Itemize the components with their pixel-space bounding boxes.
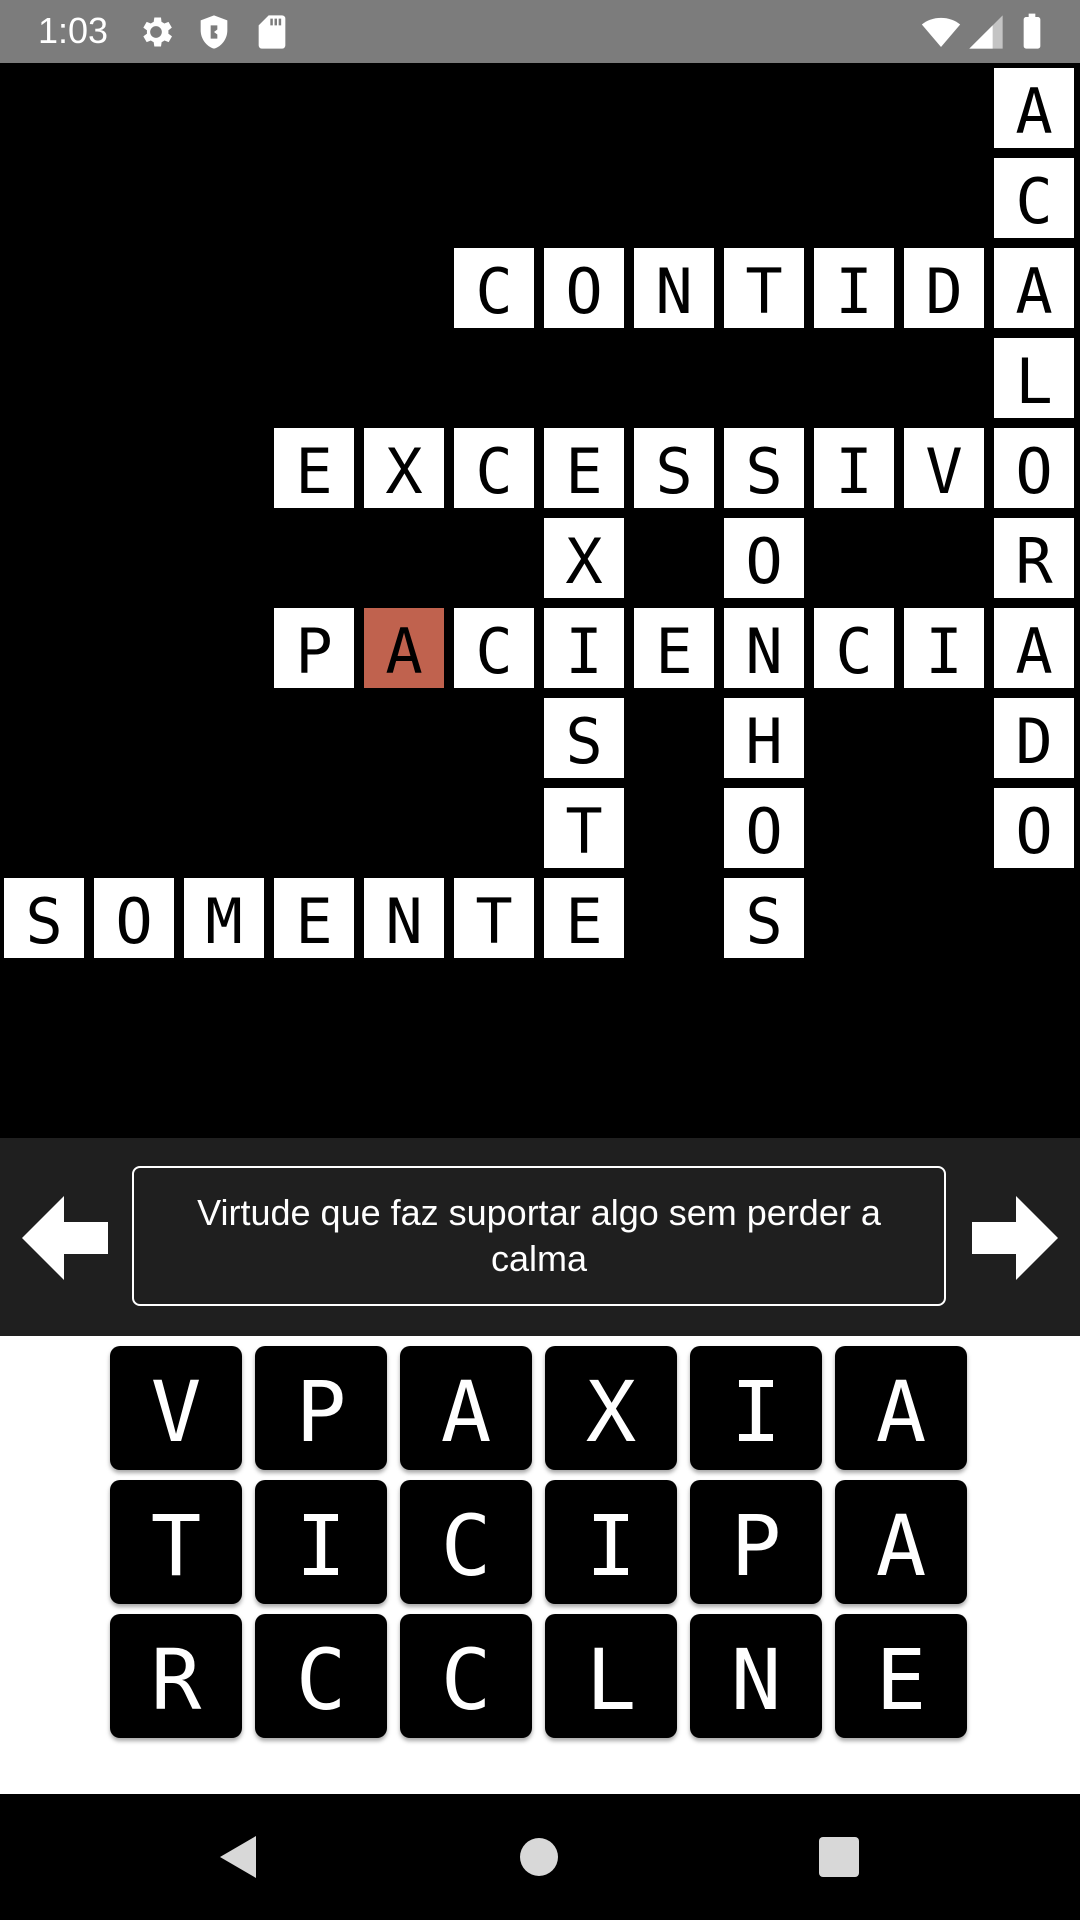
- sd-card-icon: [258, 15, 286, 49]
- grid-cell[interactable]: T: [724, 248, 804, 328]
- letter-key[interactable]: N: [690, 1614, 822, 1738]
- grid-cell[interactable]: S: [724, 428, 804, 508]
- letter-key[interactable]: A: [835, 1346, 967, 1470]
- letter-key[interactable]: C: [400, 1480, 532, 1604]
- previous-clue-arrow-icon[interactable]: [20, 1192, 112, 1284]
- grid-cell[interactable]: N: [634, 248, 714, 328]
- status-bar: 1:03: [0, 0, 1080, 63]
- grid-cell[interactable]: C: [454, 608, 534, 688]
- grid-cell[interactable]: I: [814, 428, 894, 508]
- letter-key[interactable]: V: [110, 1346, 242, 1470]
- grid-cell[interactable]: S: [544, 698, 624, 778]
- grid-cell[interactable]: H: [724, 698, 804, 778]
- grid-cell[interactable]: S: [634, 428, 714, 508]
- battery-icon: [1023, 13, 1041, 49]
- letter-key[interactable]: I: [545, 1480, 677, 1604]
- grid-cell[interactable]: O: [94, 878, 174, 958]
- grid-cell[interactable]: D: [994, 698, 1074, 778]
- grid-cell[interactable]: E: [274, 428, 354, 508]
- grid-cell[interactable]: O: [994, 428, 1074, 508]
- grid-cell[interactable]: A: [994, 68, 1074, 148]
- letter-key[interactable]: I: [690, 1346, 822, 1470]
- grid-cell[interactable]: D: [904, 248, 984, 328]
- grid-cell[interactable]: M: [184, 878, 264, 958]
- letter-key[interactable]: R: [110, 1614, 242, 1738]
- grid-cell[interactable]: P: [274, 608, 354, 688]
- letter-key[interactable]: P: [690, 1480, 822, 1604]
- grid-cell[interactable]: O: [994, 788, 1074, 868]
- letter-key[interactable]: I: [255, 1480, 387, 1604]
- letter-key[interactable]: L: [545, 1614, 677, 1738]
- letter-key[interactable]: C: [255, 1614, 387, 1738]
- grid-cell[interactable]: E: [544, 428, 624, 508]
- navigation-bar: [0, 1794, 1080, 1920]
- next-clue-arrow-icon[interactable]: [968, 1192, 1060, 1284]
- grid-cell[interactable]: I: [904, 608, 984, 688]
- grid-cell[interactable]: O: [544, 248, 624, 328]
- grid-cell[interactable]: E: [274, 878, 354, 958]
- signal-icon: [969, 15, 1003, 49]
- wifi-icon: [921, 17, 961, 47]
- grid-cell[interactable]: A: [994, 248, 1074, 328]
- crossword-board: A C A L O R A D O C O N T I D E X C E S …: [0, 63, 1080, 1138]
- letter-key[interactable]: A: [400, 1346, 532, 1470]
- grid-cell[interactable]: O: [724, 518, 804, 598]
- letter-key[interactable]: C: [400, 1614, 532, 1738]
- grid-cell[interactable]: X: [364, 428, 444, 508]
- grid-cell[interactable]: N: [724, 608, 804, 688]
- grid-cell[interactable]: A: [994, 608, 1074, 688]
- back-icon[interactable]: [214, 1832, 264, 1882]
- grid-cell[interactable]: E: [544, 878, 624, 958]
- grid-cell-selected[interactable]: A: [364, 608, 444, 688]
- grid-cell[interactable]: S: [4, 878, 84, 958]
- grid-cell[interactable]: R: [994, 518, 1074, 598]
- grid-cell[interactable]: C: [814, 608, 894, 688]
- grid-cell[interactable]: S: [724, 878, 804, 958]
- recents-icon[interactable]: [814, 1832, 864, 1882]
- home-icon[interactable]: [514, 1832, 564, 1882]
- letter-keyboard: V P A X I A T I C I P A R C C L N E: [0, 1336, 1080, 1794]
- grid-cell[interactable]: L: [994, 338, 1074, 418]
- grid-cell[interactable]: I: [544, 608, 624, 688]
- settings-icon: [143, 17, 172, 47]
- status-time: 1:03: [38, 10, 109, 51]
- letter-key[interactable]: E: [835, 1614, 967, 1738]
- letter-key[interactable]: X: [545, 1346, 677, 1470]
- grid-cell[interactable]: O: [724, 788, 804, 868]
- grid-cell[interactable]: E: [634, 608, 714, 688]
- grid-cell[interactable]: N: [364, 878, 444, 958]
- grid-cell[interactable]: C: [994, 158, 1074, 238]
- letter-key[interactable]: P: [255, 1346, 387, 1470]
- shield-icon: [200, 15, 228, 49]
- grid-cell[interactable]: T: [454, 878, 534, 958]
- grid-cell[interactable]: C: [454, 248, 534, 328]
- grid-cell[interactable]: C: [454, 428, 534, 508]
- letter-key[interactable]: A: [835, 1480, 967, 1604]
- grid-cell[interactable]: X: [544, 518, 624, 598]
- grid-cell[interactable]: T: [544, 788, 624, 868]
- clue-text: Virtude que faz suportar algo sem perder…: [132, 1166, 946, 1306]
- letter-key[interactable]: T: [110, 1480, 242, 1604]
- grid-cell[interactable]: V: [904, 428, 984, 508]
- grid-cell[interactable]: I: [814, 248, 894, 328]
- clue-bar: Virtude que faz suportar algo sem perder…: [0, 1138, 1080, 1336]
